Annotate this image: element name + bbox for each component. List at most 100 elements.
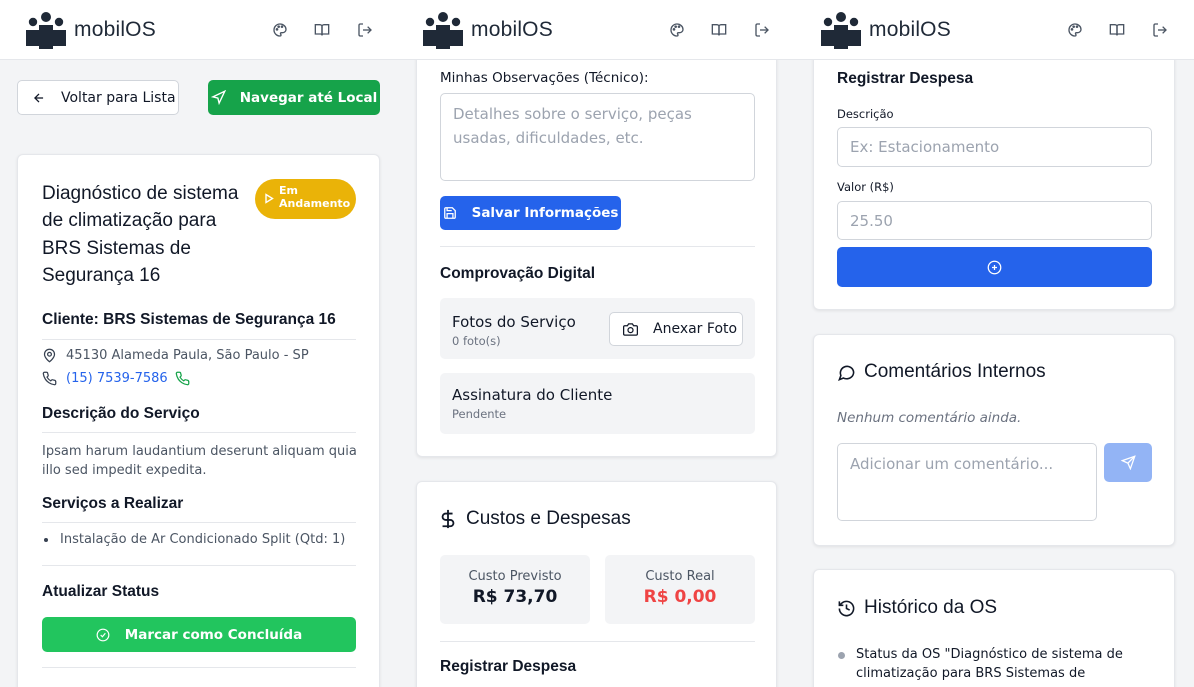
description-line: Ipsam harum laudantium deserunt aliquam … — [42, 444, 357, 459]
digital-proof-heading: Comprovação Digital — [440, 265, 596, 282]
title-line: Diagnóstico de sistema — [42, 183, 239, 204]
no-comments-text: Nenhum comentário ainda. — [837, 410, 1022, 426]
pane-service-info: Minhas Observações (Técnico): Detalhes s… — [397, 0, 795, 687]
whatsapp-phone-icon[interactable] — [175, 371, 190, 386]
top-bar: mobilOS — [397, 0, 795, 60]
comments-card: Comentários Internos Nenhum comentário a… — [813, 334, 1175, 546]
attach-photo-button[interactable]: Anexar Foto — [609, 312, 743, 346]
status-badge-line2: Andamento — [279, 197, 351, 210]
comment-textarea[interactable]: Adicionar um comentário... — [837, 443, 1097, 521]
signature-section[interactable]: Assinatura do Cliente Pendente — [440, 373, 755, 434]
value-label: Valor (R$) — [837, 180, 894, 194]
title-line: Segurança 16 — [42, 264, 161, 286]
mark-complete-button[interactable]: Marcar como Concluída — [42, 617, 356, 652]
send-comment-button[interactable] — [1104, 443, 1152, 482]
navigate-button-label: Navegar até Local — [239, 89, 378, 106]
logout-icon[interactable] — [356, 21, 374, 39]
comments-heading: Comentários Internos — [864, 361, 1046, 382]
register-expense-card: Registrar Despesa Descrição Ex: Estacion… — [813, 30, 1175, 310]
actual-cost-value: R$ 0,00 — [643, 587, 717, 607]
order-details-card: Diagnóstico de sistema de climatização p… — [17, 154, 380, 687]
app-logo[interactable]: mobilOS — [24, 11, 156, 49]
description-heading: Descrição do Serviço — [42, 405, 200, 422]
status-badge: Em Andamento — [255, 179, 356, 219]
costs-header: Custos e Despesas — [441, 508, 631, 530]
history-line: Status da OS "Diagnóstico de sistema de — [856, 647, 1123, 662]
service-item-text: Instalação de Ar Condicionado Split (Qtd… — [60, 532, 346, 547]
team-logo-icon — [423, 12, 463, 49]
navigate-button[interactable]: Navegar até Local — [208, 80, 380, 115]
save-info-button[interactable]: Salvar Informações — [440, 196, 621, 230]
list-item: Instalação de Ar Condicionado Split (Qtd… — [42, 532, 345, 547]
mark-complete-label: Marcar como Concluída — [124, 626, 303, 643]
book-icon[interactable] — [313, 21, 331, 39]
divider — [42, 432, 356, 433]
register-expense-heading: Registrar Despesa — [440, 658, 577, 675]
app-name: mobilOS — [471, 18, 553, 41]
dollar-icon — [441, 509, 455, 529]
back-to-list-button[interactable]: Voltar para Lista — [17, 80, 179, 115]
palette-icon[interactable] — [668, 21, 686, 39]
history-entry: Status da OS "Diagnóstico de sistema de … — [837, 645, 1157, 683]
order-title: Diagnóstico de sistema de climatização p… — [42, 180, 254, 289]
observations-label: Minhas Observações (Técnico): — [440, 70, 649, 86]
divider — [42, 339, 356, 340]
top-bar-pane2: mobilOS — [397, 0, 795, 60]
add-expense-button[interactable] — [837, 247, 1152, 287]
photos-count: 0 foto(s) — [452, 334, 501, 348]
update-status-heading: Atualizar Status — [42, 583, 160, 600]
placeholder-line: Detalhes sobre o serviço, peças — [453, 105, 692, 123]
pane-expenses-comments: Registrar Despesa Descrição Ex: Estacion… — [795, 0, 1194, 687]
book-icon[interactable] — [710, 21, 728, 39]
divider — [42, 522, 356, 523]
bullet-icon — [44, 537, 48, 542]
phone-row: (15) 7539-7586 — [42, 371, 190, 386]
estimated-cost-label: Custo Previsto — [468, 569, 562, 584]
logout-icon[interactable] — [1151, 21, 1169, 39]
costs-card: Custos e Despesas Custo Previsto R$ 73,7… — [416, 481, 777, 687]
palette-icon[interactable] — [1066, 21, 1084, 39]
estimated-cost-box: Custo Previsto R$ 73,70 — [440, 555, 590, 624]
actual-cost-box: Custo Real R$ 0,00 — [605, 555, 755, 624]
signature-status: Pendente — [452, 407, 507, 421]
expense-value-input[interactable]: 25.50 — [837, 201, 1152, 240]
technician-info-card: Minhas Observações (Técnico): Detalhes s… — [416, 30, 777, 457]
phone-link[interactable]: (15) 7539-7586 — [66, 371, 168, 386]
client-label: Cliente: BRS Sistemas de Segurança 16 — [42, 311, 336, 328]
divider — [42, 667, 356, 668]
logout-icon[interactable] — [753, 21, 771, 39]
estimated-cost-value: R$ 73,70 — [472, 587, 558, 607]
play-icon — [265, 193, 274, 204]
attach-photo-label: Anexar Foto — [653, 321, 738, 337]
description-label: Descrição — [837, 107, 894, 121]
palette-icon[interactable] — [271, 21, 289, 39]
history-heading: Histórico da OS — [864, 597, 998, 618]
app-name: mobilOS — [869, 18, 951, 41]
camera-icon — [623, 322, 638, 336]
photos-section: Fotos do Serviço 0 foto(s) Anexar Foto — [440, 298, 755, 359]
app-name: mobilOS — [74, 18, 156, 41]
history-header: Histórico da OS — [837, 597, 997, 619]
placeholder-line: usadas, dificuldades, etc. — [453, 129, 644, 147]
top-bar-pane3: mobilOS — [795, 0, 1194, 60]
check-circle-icon — [96, 628, 110, 641]
navigation-arrow-icon — [210, 90, 226, 105]
app-logo[interactable]: mobilOS — [819, 11, 951, 49]
services-heading: Serviços a Realizar — [42, 495, 184, 512]
top-bar: mobilOS — [795, 0, 1194, 60]
book-icon[interactable] — [1108, 21, 1126, 39]
observations-textarea[interactable]: Detalhes sobre o serviço, peças usadas, … — [440, 93, 755, 181]
send-icon — [1120, 455, 1136, 470]
description-line: illo sed impedit expedita. — [42, 463, 207, 478]
map-pin-icon — [43, 348, 56, 363]
actual-cost-label: Custo Real — [645, 569, 715, 584]
team-logo-icon — [26, 12, 66, 49]
app-logo[interactable]: mobilOS — [421, 11, 553, 49]
photos-title: Fotos do Serviço — [452, 313, 576, 331]
pane-order-details: mobilOS Voltar para Lista Navegar até Lo… — [0, 0, 397, 687]
timeline-dot-icon — [838, 652, 845, 659]
expense-description-input[interactable]: Ex: Estacionamento — [837, 127, 1152, 167]
costs-heading: Custos e Despesas — [466, 508, 631, 529]
history-icon — [838, 600, 855, 616]
plus-circle-icon — [987, 260, 1002, 274]
